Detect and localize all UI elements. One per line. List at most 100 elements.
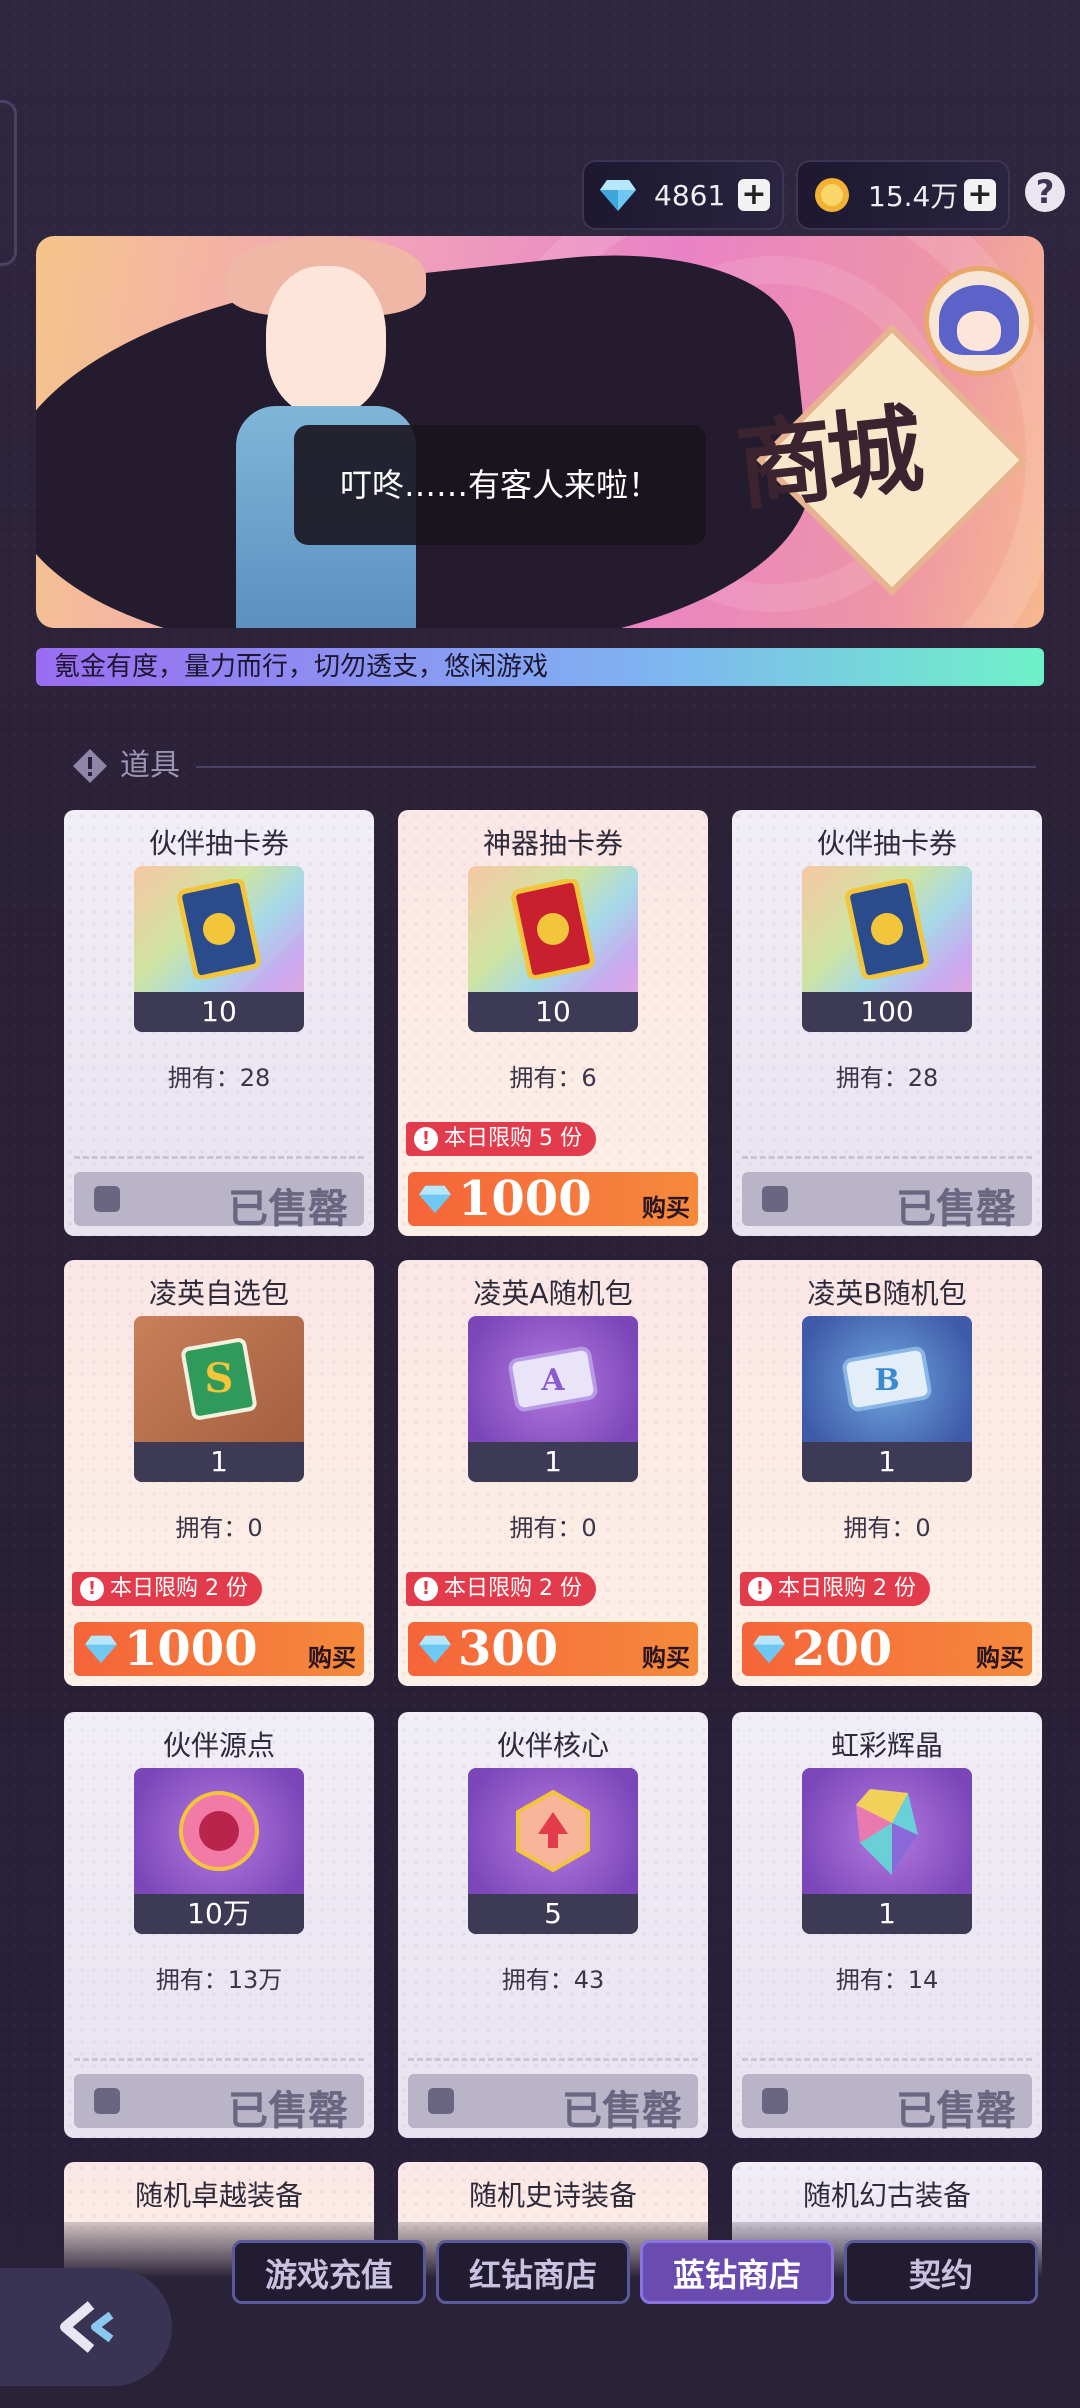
purchase-limit-badge: ! 本日限购 2 份 bbox=[72, 1572, 262, 1606]
help-icon[interactable]: ? bbox=[1025, 172, 1065, 212]
item-name: 伙伴抽卡券 bbox=[816, 827, 957, 860]
selection-pack-icon: S bbox=[181, 1338, 257, 1420]
partner-origin-orb-icon bbox=[179, 1791, 259, 1871]
diamond-icon bbox=[598, 175, 638, 215]
item-name: 随机史诗装备 bbox=[468, 2179, 637, 2212]
item-thumbnail: 10 bbox=[134, 866, 304, 1032]
shop-item[interactable]: 伙伴核心 5 拥有：43 已售罄 bbox=[398, 1712, 708, 2138]
item-price: 200 bbox=[792, 1621, 893, 1677]
tab-contract[interactable]: 契约 bbox=[844, 2240, 1038, 2304]
item-thumbnail: B 1 bbox=[802, 1316, 972, 1482]
purchase-limit-badge: ! 本日限购 2 份 bbox=[406, 1572, 596, 1606]
shop-item[interactable]: 神器抽卡券 10 拥有：6 ! 本日限购 5 份 1000 购买 bbox=[398, 810, 708, 1236]
item-name: 伙伴源点 bbox=[162, 1729, 275, 1762]
buy-label: 购买 bbox=[642, 1194, 690, 1222]
shop-item[interactable]: 虹彩辉晶 1 拥有：14 已售罄 bbox=[732, 1712, 1042, 2138]
item-quantity: 1 bbox=[468, 1442, 638, 1482]
partner-core-icon bbox=[516, 1789, 590, 1873]
sold-out-button: 已售罄 bbox=[742, 1172, 1032, 1232]
item-name: 伙伴核心 bbox=[496, 1729, 609, 1762]
shop-item[interactable]: 伙伴抽卡券 100 拥有：28 已售罄 bbox=[732, 810, 1042, 1236]
tab-game-recharge[interactable]: 游戏充值 bbox=[232, 2240, 426, 2304]
gem-balance: 4861 + bbox=[582, 160, 784, 230]
item-thumbnail: 5 bbox=[468, 1768, 638, 1934]
item-name: 神器抽卡券 bbox=[482, 827, 623, 860]
purchase-limit-badge: ! 本日限购 5 份 bbox=[406, 1122, 596, 1156]
item-thumbnail: 1 bbox=[802, 1768, 972, 1934]
buy-label: 购买 bbox=[308, 1644, 356, 1672]
notice-bar: 氪金有度，量力而行，切勿透支，悠闲游戏 bbox=[36, 648, 1044, 686]
shop-item[interactable]: 伙伴源点 10万 拥有：13万 已售罄 bbox=[64, 1712, 374, 2138]
item-name: 凌英A随机包 bbox=[473, 1277, 633, 1310]
item-name: 凌英B随机包 bbox=[807, 1277, 967, 1310]
item-price: 300 bbox=[458, 1621, 559, 1677]
diamond-icon bbox=[419, 1635, 451, 1664]
purchase-limit-text: 本日限购 2 份 bbox=[444, 1576, 582, 1601]
buy-button[interactable]: 200 购买 bbox=[742, 1622, 1032, 1676]
shopkeeper-face bbox=[266, 266, 386, 416]
item-thumbnail: 100 bbox=[802, 866, 972, 1032]
item-quantity: 10 bbox=[134, 992, 304, 1032]
item-owned: 拥有：13万 bbox=[155, 1966, 283, 1994]
tab-blue-diamond-shop[interactable]: 蓝钻商店 bbox=[640, 2240, 834, 2304]
coin-icon bbox=[812, 175, 852, 215]
alert-icon: ! bbox=[80, 1577, 104, 1601]
sold-out-label: 已售罄 bbox=[896, 1185, 1016, 1232]
sold-out-label: 已售罄 bbox=[562, 2087, 682, 2134]
buy-label: 购买 bbox=[976, 1644, 1024, 1672]
purchase-limit-text: 本日限购 2 份 bbox=[110, 1576, 248, 1601]
item-owned: 拥有：14 bbox=[835, 1966, 939, 1994]
item-quantity: 1 bbox=[802, 1442, 972, 1482]
partner-ticket-icon bbox=[845, 879, 929, 979]
item-thumbnail: 10 bbox=[468, 866, 638, 1032]
shop-title: 商城 bbox=[731, 392, 923, 525]
sold-out-label: 已售罄 bbox=[228, 1185, 348, 1232]
warning-icon bbox=[70, 746, 110, 786]
item-quantity: 1 bbox=[802, 1894, 972, 1934]
random-pack-a-icon: A bbox=[508, 1346, 598, 1412]
shop-item[interactable]: 凌英B随机包 B 1 拥有：0 ! 本日限购 2 份 200 购买 bbox=[732, 1260, 1042, 1686]
buy-button[interactable]: 300 购买 bbox=[408, 1622, 698, 1676]
gem-balance-value: 4861 bbox=[654, 178, 726, 212]
item-owned: 拥有：0 bbox=[843, 1514, 931, 1542]
shop-item[interactable]: 伙伴抽卡券 10 拥有：28 已售罄 bbox=[64, 810, 374, 1236]
item-name: 随机卓越装备 bbox=[134, 2179, 303, 2212]
alert-icon: ! bbox=[414, 1127, 438, 1151]
item-thumbnail: S 1 bbox=[134, 1316, 304, 1482]
sold-out-button: 已售罄 bbox=[74, 2074, 364, 2134]
shop-item[interactable]: 凌英自选包 S 1 拥有：0 ! 本日限购 2 份 1000 购买 bbox=[64, 1260, 374, 1686]
add-coins-button[interactable]: + bbox=[964, 179, 996, 211]
buy-label: 购买 bbox=[642, 1644, 690, 1672]
purchase-limit-badge: ! 本日限购 2 份 bbox=[740, 1572, 930, 1606]
item-owned: 拥有：43 bbox=[501, 1966, 605, 1994]
item-quantity: 1 bbox=[134, 1442, 304, 1482]
item-name: 伙伴抽卡券 bbox=[148, 827, 289, 860]
sold-out-button: 已售罄 bbox=[74, 1172, 364, 1232]
add-gems-button[interactable]: + bbox=[738, 179, 770, 211]
item-price: 1000 bbox=[458, 1171, 592, 1227]
svg-text:B: B bbox=[874, 1363, 899, 1398]
diamond-icon bbox=[419, 1185, 451, 1214]
side-drawer-handle[interactable] bbox=[0, 100, 17, 266]
back-button[interactable] bbox=[0, 2268, 172, 2386]
alert-icon: ! bbox=[748, 1577, 772, 1601]
speech-bubble: 叮咚……有客人来啦！ bbox=[294, 425, 706, 545]
item-thumbnail: A 1 bbox=[468, 1316, 638, 1482]
buy-button[interactable]: 1000 购买 bbox=[74, 1622, 364, 1676]
partner-ticket-icon bbox=[177, 879, 261, 979]
shop-item[interactable]: 凌英A随机包 A 1 拥有：0 ! 本日限购 2 份 300 购买 bbox=[398, 1260, 708, 1686]
rainbow-crystal-icon bbox=[856, 1789, 918, 1875]
item-name: 凌英自选包 bbox=[148, 1277, 289, 1310]
purchase-limit-text: 本日限购 5 份 bbox=[444, 1126, 582, 1151]
item-price: 1000 bbox=[124, 1621, 258, 1677]
buy-button[interactable]: 1000 购买 bbox=[408, 1172, 698, 1226]
item-owned: 拥有：28 bbox=[167, 1064, 271, 1092]
item-name: 随机幻古装备 bbox=[802, 2179, 971, 2212]
sold-out-label: 已售罄 bbox=[896, 2087, 1016, 2134]
item-owned: 拥有：0 bbox=[509, 1514, 597, 1542]
diamond-icon bbox=[753, 1635, 785, 1664]
tab-red-diamond-shop[interactable]: 红钻商店 bbox=[436, 2240, 630, 2304]
avatar[interactable] bbox=[924, 266, 1034, 376]
back-arrow-icon bbox=[60, 2301, 114, 2353]
item-name: 虹彩辉晶 bbox=[830, 1729, 943, 1762]
